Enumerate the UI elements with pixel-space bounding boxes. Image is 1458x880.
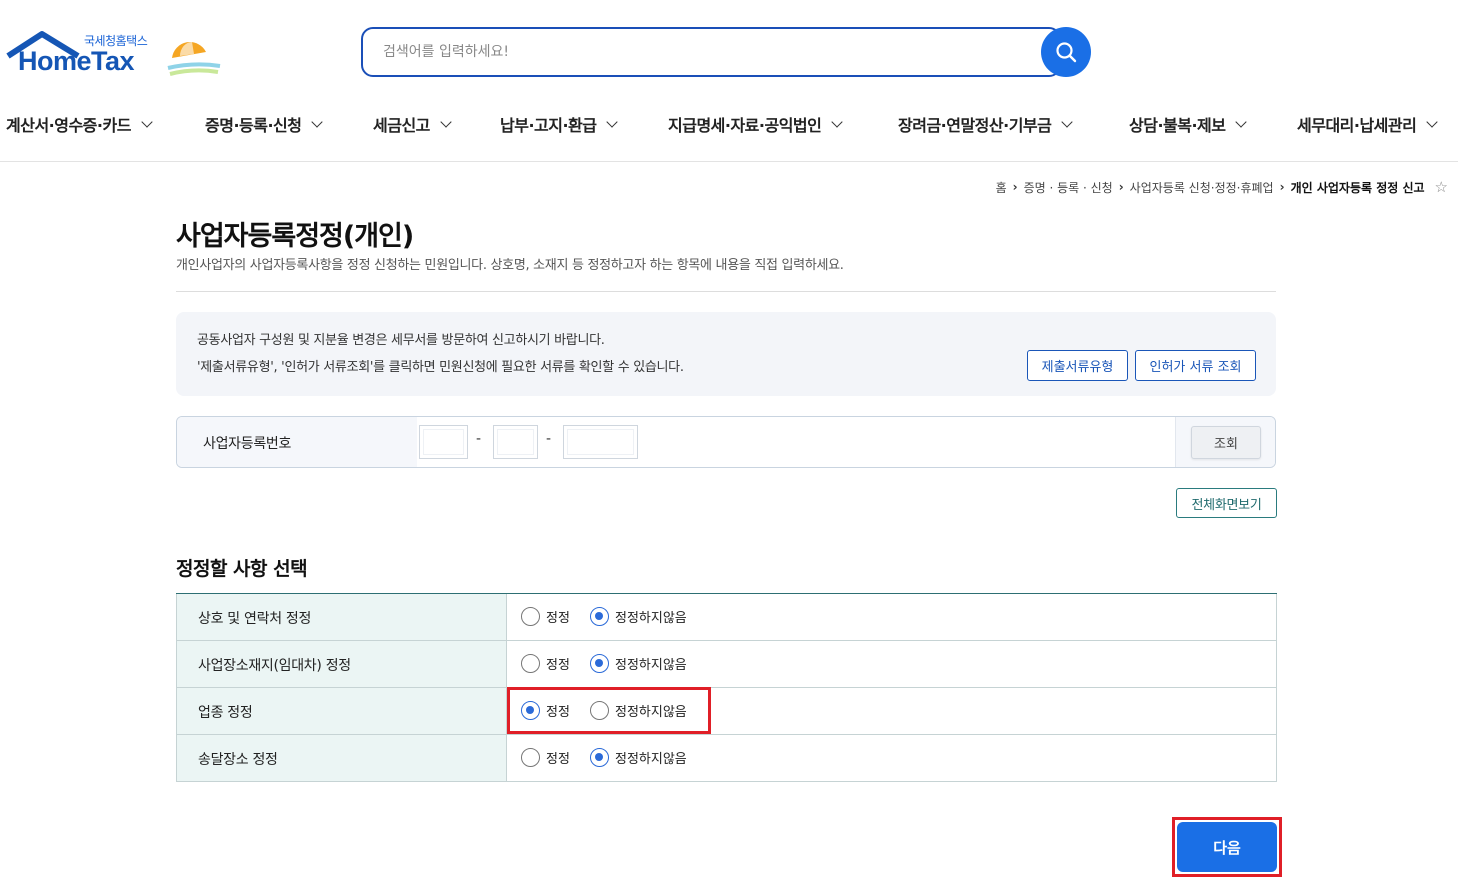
chevron-down-icon <box>440 115 452 128</box>
radio-correct[interactable]: 정정 <box>521 654 570 673</box>
radio-correct[interactable]: 정정 <box>521 607 570 626</box>
beach-umbrella-icon <box>167 42 221 76</box>
chevron-down-icon <box>1061 115 1074 128</box>
radio-no-correct[interactable]: 정정하지않음 <box>590 748 687 767</box>
main-navigation: 계산서·영수증·카드 증명·등록·신청 세금신고 납부·고지·환급 지급명세·자… <box>0 102 1458 162</box>
radio-label: 정정 <box>546 752 570 767</box>
notice-box: 공동사업자 구성원 및 지분율 변경은 세무서를 방문하여 신고하시기 바랍니다… <box>176 312 1276 396</box>
nav-incentive-yearend[interactable]: 장려금·연말정산·기부금 <box>898 112 1074 136</box>
breadcrumb-item[interactable]: 사업자등록 신청·정정·휴폐업 <box>1130 179 1274 196</box>
nav-label: 세무대리·납세관리 <box>1297 116 1417 135</box>
nav-label: 지급명세·자료·공익법인 <box>668 116 822 135</box>
business-number-label: 사업자등록번호 <box>177 417 417 467</box>
page-title: 사업자등록정정(개인) <box>176 221 414 252</box>
row-label: 송달장소 정정 <box>176 735 507 781</box>
breadcrumb-separator: › <box>1012 180 1018 194</box>
table-row: 사업장소재지(임대차) 정정 정정 정정하지않음 <box>176 641 1277 688</box>
notice-line: '제출서류유형', '인허가 서류조회'를 클릭하면 민원신청에 필요한 서류를… <box>197 360 684 375</box>
section-title: 정정할 사항 선택 <box>176 558 308 580</box>
radio-label: 정정하지않음 <box>615 752 687 767</box>
chevron-down-icon <box>831 115 844 128</box>
nav-label: 납부·고지·환급 <box>500 116 597 135</box>
search-input[interactable] <box>361 27 1061 77</box>
search-bar <box>361 27 1091 77</box>
chevron-down-icon <box>141 115 153 128</box>
chevron-down-icon <box>1426 115 1439 128</box>
hometax-logo[interactable]: 국세청홈택스 HomeTax <box>6 26 221 82</box>
nav-tax-agent[interactable]: 세무대리·납세관리 <box>1297 112 1439 136</box>
correction-options-table: 상호 및 연락처 정정 정정 정정하지않음 사업장소재지(임대차) 정정 정정 … <box>176 593 1277 782</box>
row-label: 업종 정정 <box>176 688 507 734</box>
row-options: 정정 정정하지않음 <box>507 594 1277 640</box>
nav-label: 세금신고 <box>373 116 430 135</box>
fullscreen-view-button[interactable]: 전체화면보기 <box>1176 488 1277 518</box>
radio-button-selected[interactable] <box>590 654 609 673</box>
radio-no-correct[interactable]: 정정하지않음 <box>590 607 687 626</box>
search-button[interactable] <box>1041 27 1091 77</box>
permit-docs-button[interactable]: 인허가 서류 조회 <box>1135 350 1256 381</box>
row-label: 사업장소재지(임대차) 정정 <box>176 641 507 687</box>
radio-label: 정정 <box>546 658 570 673</box>
nav-invoice-receipt-card[interactable]: 계산서·영수증·카드 <box>6 112 153 136</box>
chevron-down-icon <box>606 115 619 128</box>
radio-button[interactable] <box>521 654 540 673</box>
highlight-box <box>507 687 711 734</box>
page-description: 개인사업자의 사업자등록사항을 정정 신청하는 민원입니다. 상호명, 소재지 … <box>176 258 844 273</box>
radio-button[interactable] <box>521 607 540 626</box>
dash-separator: - <box>546 431 552 447</box>
next-button[interactable]: 다음 <box>1177 822 1277 872</box>
query-button[interactable]: 조회 <box>1191 426 1261 459</box>
row-options: 정정 정정하지않음 <box>507 641 1277 687</box>
dash-separator: - <box>476 431 482 447</box>
breadcrumb-item[interactable]: 증명 · 등록 · 신청 <box>1024 179 1113 196</box>
breadcrumb: 홈 › 증명 · 등록 · 신청 › 사업자등록 신청·정정·휴폐업 › 개인 … <box>996 178 1448 196</box>
notice-line: 공동사업자 구성원 및 지분율 변경은 세무서를 방문하여 신고하시기 바랍니다… <box>197 333 605 348</box>
table-row: 상호 및 연락처 정정 정정 정정하지않음 <box>176 594 1277 641</box>
submission-docs-button[interactable]: 제출서류유형 <box>1027 350 1128 381</box>
chevron-down-icon <box>1235 115 1248 128</box>
table-row: 송달장소 정정 정정 정정하지않음 <box>176 735 1277 782</box>
nav-payment-statement[interactable]: 지급명세·자료·공익법인 <box>668 112 844 136</box>
nav-label: 상담·불복·제보 <box>1129 116 1226 135</box>
search-icon <box>1056 42 1077 63</box>
radio-correct[interactable]: 정정 <box>521 748 570 767</box>
nav-consult-appeal[interactable]: 상담·불복·제보 <box>1129 112 1248 136</box>
nav-certificate-registration[interactable]: 증명·등록·신청 <box>205 112 324 136</box>
nav-payment-refund[interactable]: 납부·고지·환급 <box>500 112 619 136</box>
breadcrumb-separator: › <box>1279 180 1285 194</box>
radio-no-correct[interactable]: 정정하지않음 <box>590 654 687 673</box>
nav-label: 계산서·영수증·카드 <box>6 116 131 135</box>
breadcrumb-home[interactable]: 홈 <box>996 179 1007 196</box>
radio-label: 정정하지않음 <box>615 658 687 673</box>
logo-english-text: HomeTax <box>18 46 135 76</box>
radio-label: 정정하지않음 <box>615 611 687 626</box>
row-label: 상호 및 연락처 정정 <box>176 594 507 640</box>
radio-button[interactable] <box>521 748 540 767</box>
breadcrumb-current: 개인 사업자등록 정정 신고 <box>1290 180 1425 195</box>
nav-tax-return[interactable]: 세금신고 <box>373 112 452 136</box>
table-row: 업종 정정 정정 정정하지않음 <box>176 688 1277 735</box>
radio-label: 정정 <box>546 611 570 626</box>
nav-label: 장려금·연말정산·기부금 <box>898 116 1052 135</box>
business-number-part2-input[interactable] <box>493 425 538 459</box>
favorite-star-icon[interactable]: ☆ <box>1435 178 1448 196</box>
business-number-part1-input[interactable] <box>419 425 468 459</box>
business-number-part3-input[interactable] <box>563 425 638 459</box>
breadcrumb-separator: › <box>1118 180 1124 194</box>
radio-button-selected[interactable] <box>590 607 609 626</box>
business-number-form: 사업자등록번호 - - 조회 <box>176 416 1276 468</box>
chevron-down-icon <box>311 115 324 128</box>
nav-label: 증명·등록·신청 <box>205 116 302 135</box>
row-options: 정정 정정하지않음 <box>507 735 1277 781</box>
radio-button-selected[interactable] <box>590 748 609 767</box>
divider <box>176 291 1276 292</box>
